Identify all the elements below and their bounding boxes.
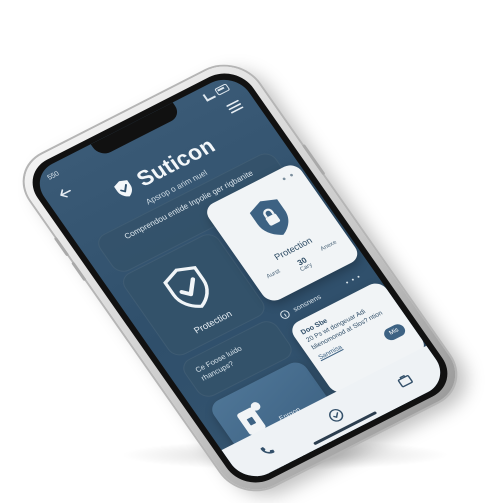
more-options-icon[interactable]: • • [280,170,298,185]
info-circle-icon [280,310,290,319]
phone-screen: 550 Suticon Apsrop o arim nuel Comprendo… [29,71,451,485]
stat-label: Aurst [265,268,282,280]
tab-phone[interactable] [250,435,285,466]
battery-icon [214,83,231,96]
chat-action-button[interactable]: Mis [381,322,408,343]
stat-label: Anexe [319,239,339,253]
shield-check-icon [163,266,209,308]
stage: 550 Suticon Apsrop o arim nuel Comprendo… [0,0,500,502]
signal-icon [202,90,217,102]
helper-text: Ce Foose luido rhancups? [193,343,244,383]
shield-logo-icon [113,180,132,197]
more-dots-icon[interactable]: • • • [344,273,363,286]
phone-icon [260,446,275,454]
briefcase-icon [397,374,413,388]
status-time: 550 [46,170,61,182]
check-circle-icon [329,409,344,422]
phone-frame: 550 Suticon Apsrop o arim nuel Comprendo… [10,54,470,502]
tab-briefcase[interactable] [387,365,422,396]
phone-bezel: 550 Suticon Apsrop o arim nuel Comprendo… [20,63,460,493]
